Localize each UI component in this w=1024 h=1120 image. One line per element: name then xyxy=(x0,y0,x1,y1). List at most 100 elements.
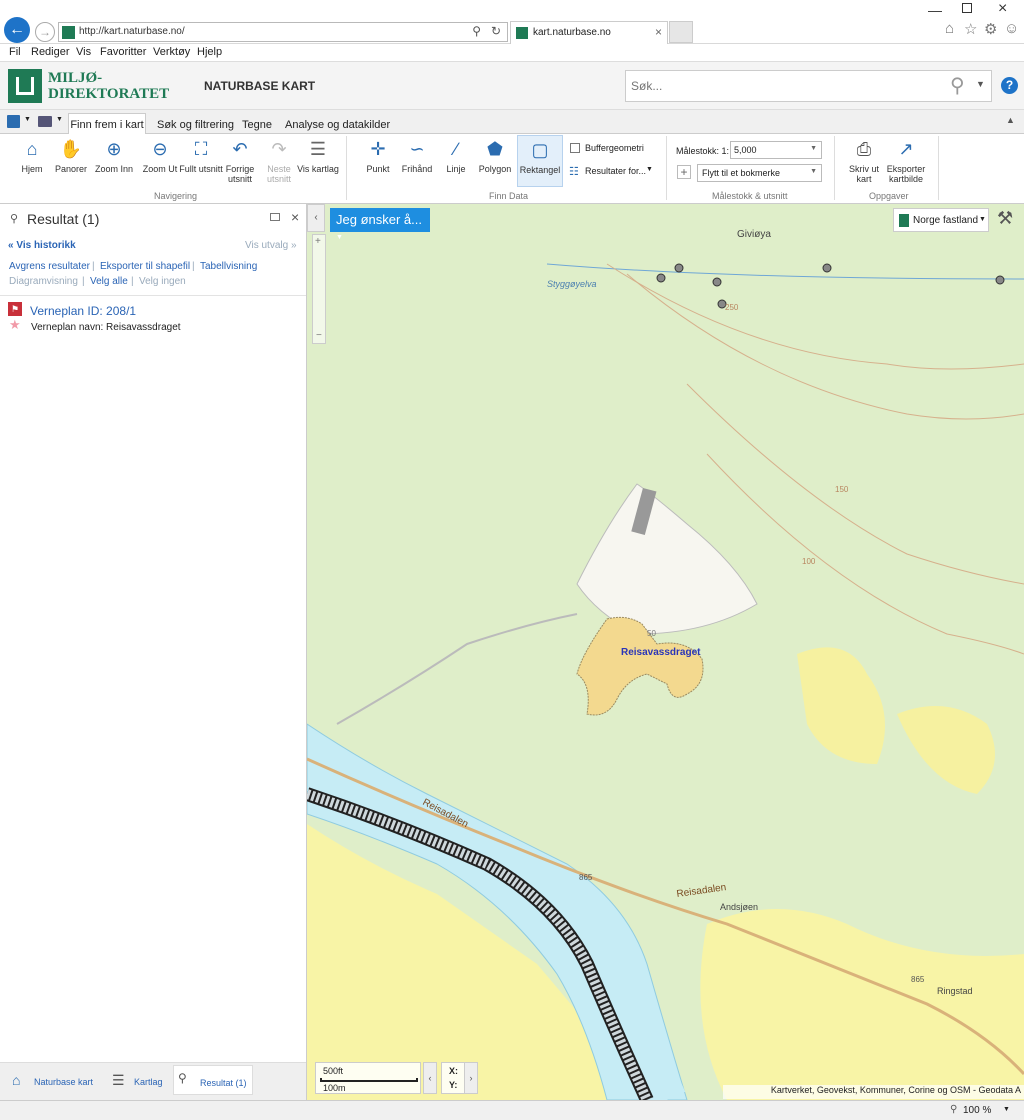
add-bookmark-button[interactable]: + xyxy=(677,165,691,179)
help-button[interactable]: ? xyxy=(1001,77,1018,94)
bottom-tabs: ⌂ Naturbase kart ☰ Kartlag ⚲ Resultat (1… xyxy=(0,1062,306,1100)
close-window-icon[interactable]: × xyxy=(998,0,1007,18)
print-button[interactable]: ⎙ Skriv ut kart xyxy=(841,138,887,184)
export-shapefile-link[interactable]: Eksporter til shapefil xyxy=(100,261,190,272)
bookmark-text: Flytt til et bokmerke xyxy=(702,168,781,178)
forward-icon: ↷ xyxy=(271,139,287,159)
freehand-icon: ∽ xyxy=(409,139,425,159)
tab-kartlag[interactable]: ☰ Kartlag xyxy=(108,1071,174,1093)
rectangle-button[interactable]: ▢ Rektangel xyxy=(517,135,563,187)
polygon-button[interactable]: ⬟ Polygon xyxy=(472,138,518,174)
address-bar[interactable]: http://kart.naturbase.no/ ⚲ ↻ xyxy=(58,22,508,42)
search-icon[interactable]: ⚲ xyxy=(472,24,481,38)
chevron-down-icon[interactable]: ▼ xyxy=(24,116,31,123)
tab-sok-filtrering[interactable]: Søk og filtrering xyxy=(157,119,234,131)
bookmark-select[interactable]: Flytt til et bokmerke ▼ xyxy=(697,164,822,182)
river-label: Styggøyelva xyxy=(547,279,597,289)
select-all-link[interactable]: Velg alle xyxy=(90,276,128,287)
tab-resultat[interactable]: ⚲ Resultat (1) xyxy=(173,1065,253,1095)
app-title: NATURBASE KART xyxy=(204,79,316,93)
table-view-link[interactable]: Tabellvisning xyxy=(200,261,257,272)
buffer-checkbox[interactable] xyxy=(570,143,580,153)
export-button[interactable]: ↗ Eksporter kartbilde xyxy=(883,138,929,184)
menu-item[interactable]: Verktøy xyxy=(153,46,190,58)
minimize-icon[interactable]: — xyxy=(928,2,942,18)
history-link[interactable]: « Vis historikk xyxy=(8,240,76,251)
observation-point[interactable] xyxy=(995,275,1005,285)
tab-tegne[interactable]: Tegne xyxy=(242,119,272,131)
zoom-in-button[interactable]: ⊕ Zoom Inn xyxy=(91,138,137,174)
search-icon[interactable]: ⚲ xyxy=(950,73,965,98)
home-icon[interactable]: ⌂ xyxy=(945,20,954,37)
save-icon[interactable] xyxy=(7,115,20,128)
refine-results-link[interactable]: Avgrens resultater xyxy=(9,261,90,272)
zoom-level[interactable]: 100 % xyxy=(963,1105,991,1116)
maximize-icon[interactable] xyxy=(962,3,972,13)
zoom-level-icon[interactable]: ⚲ xyxy=(950,1104,957,1115)
menu-item[interactable]: Vis xyxy=(76,46,91,58)
favorite-star-icon[interactable]: ★ xyxy=(9,317,21,333)
scale-value: 5,000 xyxy=(734,145,757,155)
new-tab-button[interactable] xyxy=(669,21,693,43)
chevron-down-icon[interactable]: ▼ xyxy=(646,166,653,173)
result-item[interactable]: ⚑ ★ Verneplan ID: 208/1 Verneplan navn: … xyxy=(6,302,301,338)
chevron-down-icon[interactable]: ▼ xyxy=(56,116,63,123)
selection-link[interactable]: Vis utvalg » xyxy=(245,240,297,251)
tab-finn-frem[interactable]: Finn frem i kart xyxy=(68,113,146,135)
tab-naturbase-kart[interactable]: ⌂ Naturbase kart xyxy=(8,1071,108,1093)
result-title[interactable]: Verneplan ID: 208/1 xyxy=(30,304,136,318)
close-tab-icon[interactable]: × xyxy=(655,25,662,39)
coords-next-button[interactable]: › xyxy=(464,1062,478,1094)
zoom-slider[interactable]: + − xyxy=(312,234,326,344)
back-button[interactable]: ← xyxy=(4,17,30,43)
browser-tab[interactable]: kart.naturbase.no × xyxy=(510,21,668,44)
collapse-ribbon-icon[interactable]: ▲ xyxy=(1006,115,1015,125)
zoom-minus-icon[interactable]: − xyxy=(316,330,322,341)
coords-prev-button[interactable]: ‹ xyxy=(423,1062,437,1094)
results-for-dropdown[interactable]: Resultater for... xyxy=(585,166,646,176)
folder-icon[interactable] xyxy=(38,116,52,127)
map-canvas[interactable]: Reisavassdraget Styggøyelva Giviøya Reis… xyxy=(307,204,1024,1100)
select-none-link[interactable]: Velg ingen xyxy=(139,276,186,287)
basemap-selector[interactable]: Norge fastland ▼ xyxy=(893,208,989,232)
diagram-view-link[interactable]: Diagramvisning xyxy=(9,276,78,287)
tools-icon[interactable]: ⚒ xyxy=(997,208,1013,229)
settings-gear-icon[interactable]: ⚙ xyxy=(984,20,997,38)
menu-item[interactable]: Hjelp xyxy=(197,46,222,58)
chevron-down-icon: ▼ xyxy=(979,216,986,223)
scale-label: Målestokk: 1: xyxy=(676,146,730,156)
zoom-out-button[interactable]: ⊖ Zoom Ut xyxy=(137,138,183,174)
search-input[interactable] xyxy=(631,77,931,95)
menu-item[interactable]: Fil xyxy=(9,46,21,58)
chevron-down-icon: ▼ xyxy=(810,168,817,175)
minimize-panel-icon[interactable] xyxy=(270,213,280,221)
close-panel-icon[interactable]: × xyxy=(291,209,299,225)
collapse-panel-button[interactable]: ‹ xyxy=(307,204,325,232)
tab-title: kart.naturbase.no xyxy=(533,27,611,38)
favorites-star-icon[interactable]: ☆ xyxy=(964,20,977,38)
chevron-down-icon[interactable]: ▼ xyxy=(1003,1106,1010,1113)
observation-point[interactable] xyxy=(822,263,832,273)
scale-select[interactable]: 5,000 ▼ xyxy=(730,141,822,159)
observation-point[interactable] xyxy=(712,277,722,287)
observation-point[interactable] xyxy=(656,273,666,283)
menu-item[interactable]: Rediger xyxy=(31,46,70,58)
map-view[interactable]: Reisavassdraget Styggøyelva Giviøya Reis… xyxy=(307,204,1024,1100)
search-box[interactable]: ⚲ ▼ xyxy=(625,70,992,102)
menu-item[interactable]: Favoritter xyxy=(100,46,146,58)
tab-label: Kartlag xyxy=(134,1077,163,1087)
jeg-onsker-button[interactable]: Jeg ønsker å... ▼ xyxy=(330,208,430,241)
layers-button[interactable]: ☰ Vis kartlag xyxy=(295,138,341,174)
tab-analyse[interactable]: Analyse og datakilder xyxy=(285,119,390,131)
home-icon: ⌂ xyxy=(12,1072,21,1088)
refresh-icon[interactable]: ↻ xyxy=(491,24,501,38)
result-detail: Verneplan navn: Reisavassdraget xyxy=(31,322,181,333)
logo[interactable]: MILJØ- DIREKTORATET xyxy=(8,69,169,103)
chevron-down-icon[interactable]: ▼ xyxy=(976,79,985,89)
zoom-plus-icon[interactable]: + xyxy=(315,236,321,247)
pan-button[interactable]: ✋ Panorer xyxy=(48,138,94,174)
observation-point[interactable] xyxy=(674,263,684,273)
smiley-icon[interactable]: ☺ xyxy=(1004,20,1019,37)
forward-button[interactable]: → xyxy=(35,22,55,42)
scale-line xyxy=(320,1078,418,1082)
